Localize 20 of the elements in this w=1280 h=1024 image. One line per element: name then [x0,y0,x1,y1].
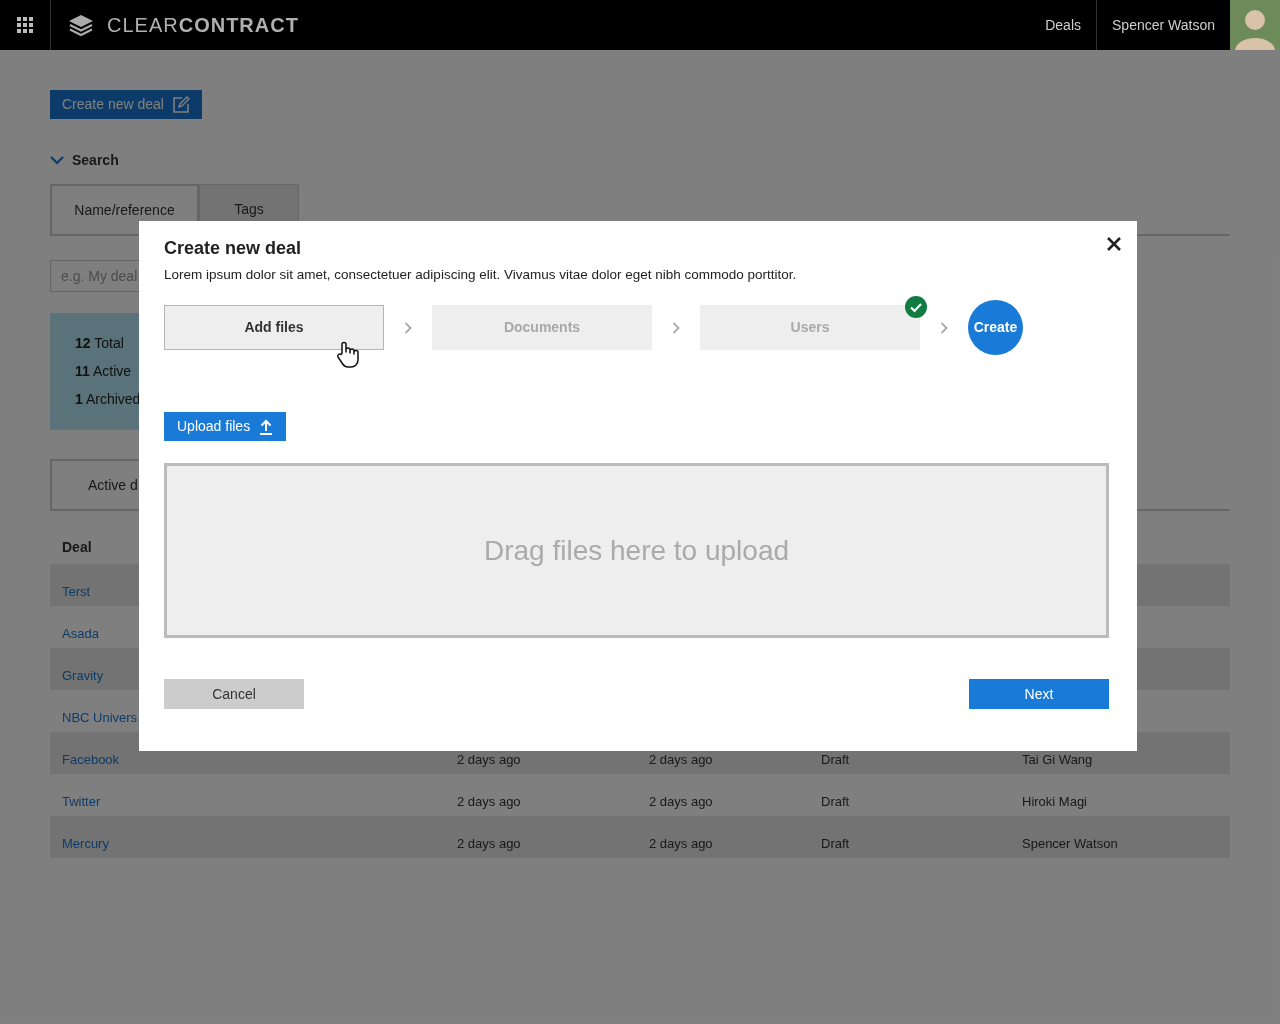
table-cell-text: 2 days ago [649,836,714,852]
table-cell: Tai Gi Wang [1022,752,1093,768]
table-cell: Hiroki Magi [1022,794,1087,810]
table-cell-text: 2 days ago [457,836,522,852]
app-logo-text: CLEARCONTRACT [107,13,299,38]
stat-text: 12 Total [75,334,125,353]
stat-text: 11 Active [75,362,133,381]
table-cell-text: 2 days ago [457,752,522,768]
table-cell-text: 2 days ago [649,752,714,768]
column-header: Deal [62,538,92,557]
table-cell: Spencer Watson [1022,836,1118,852]
stat-text: 1 Archived [75,390,142,409]
table-cell-text: 2 days ago [457,794,522,810]
table-cell-text: Draft [821,752,851,768]
table-cell-text: Draft [821,794,851,810]
table-cell-text: 2 days ago [649,794,714,810]
dialog-description: Lorem ipsum dolor sit amet, consectetuer adipiscing elit. Vivamus vitae dolor eget nibh commodo porttitor. [164,266,798,284]
dialog-title: Create new deal [164,237,303,260]
drop-zone-text: Drag files here to upload [483,533,790,568]
table-cell-text: Draft [821,836,851,852]
